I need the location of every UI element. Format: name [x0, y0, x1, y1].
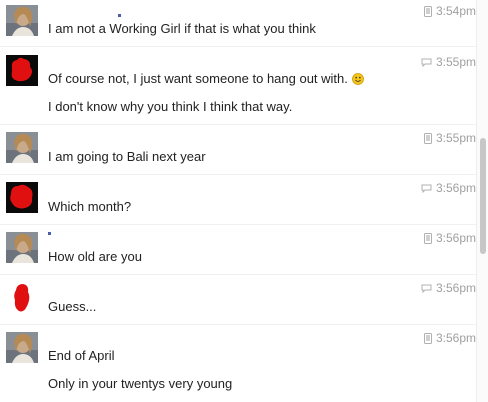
timestamp-text: 3:55pm — [435, 131, 476, 145]
contact-avatar[interactable] — [6, 5, 38, 36]
user-avatar[interactable] — [6, 182, 38, 213]
divider — [0, 124, 476, 125]
message-timestamp: 3:55pm — [423, 131, 476, 145]
cursor-mark — [118, 14, 121, 17]
contact-avatar[interactable] — [6, 332, 38, 363]
message-line: How old are you — [48, 249, 142, 264]
message-timestamp: 3:56pm — [423, 231, 476, 245]
divider — [0, 324, 476, 325]
message-text: Of course not, I just want someone to ha… — [48, 71, 348, 86]
woman-photo-icon — [6, 332, 38, 363]
phone-icon — [423, 332, 432, 344]
message-timestamp: 3:55pm — [421, 55, 476, 69]
redacted-photo-icon — [6, 182, 38, 213]
message-line: Guess... — [48, 299, 97, 314]
divider — [0, 274, 476, 275]
timestamp-text: 3:56pm — [435, 281, 476, 295]
message-timestamp: 3:56pm — [421, 281, 476, 295]
message-line: I am not a Working Girl if that is what … — [48, 21, 316, 36]
woman-photo-icon — [6, 132, 38, 163]
message-line: Of course not, I just want someone to ha… — [48, 71, 364, 86]
message-line: End of April — [48, 348, 115, 363]
message-line: I don't know why you think I think that … — [48, 99, 293, 114]
divider — [0, 46, 476, 47]
timestamp-text: 3:56pm — [435, 231, 476, 245]
phone-icon — [423, 132, 432, 144]
message-line: Which month? — [48, 199, 132, 214]
woman-photo-icon — [6, 232, 38, 263]
cursor-mark — [48, 232, 51, 235]
message-timestamp: 3:54pm — [423, 4, 476, 18]
scrollbar[interactable] — [476, 0, 488, 402]
user-avatar[interactable] — [6, 282, 38, 313]
redacted-photo-icon — [6, 282, 38, 313]
scrollbar-thumb[interactable] — [480, 138, 486, 254]
contact-avatar[interactable] — [6, 232, 38, 263]
chat-bubble-icon — [421, 284, 432, 293]
divider — [0, 224, 476, 225]
divider — [0, 174, 476, 175]
chat-bubble-icon — [421, 58, 432, 67]
message-line: I am going to Bali next year — [48, 149, 206, 164]
phone-icon — [423, 232, 432, 244]
user-avatar[interactable] — [6, 55, 38, 86]
contact-avatar[interactable] — [6, 132, 38, 163]
timestamp-text: 3:55pm — [435, 55, 476, 69]
message-timestamp: 3:56pm — [421, 181, 476, 195]
timestamp-text: 3:56pm — [435, 181, 476, 195]
timestamp-text: 3:56pm — [435, 331, 476, 345]
phone-icon — [423, 5, 432, 17]
message-timestamp: 3:56pm — [423, 331, 476, 345]
chat-bubble-icon — [421, 184, 432, 193]
redacted-photo-icon — [6, 55, 38, 86]
woman-photo-icon — [6, 5, 38, 36]
smiley-emoji-icon — [351, 73, 364, 85]
message-line: Only in your twentys very young — [48, 376, 233, 391]
timestamp-text: 3:54pm — [435, 4, 476, 18]
chat-conversation: I am not a Working Girl if that is what … — [0, 0, 476, 402]
